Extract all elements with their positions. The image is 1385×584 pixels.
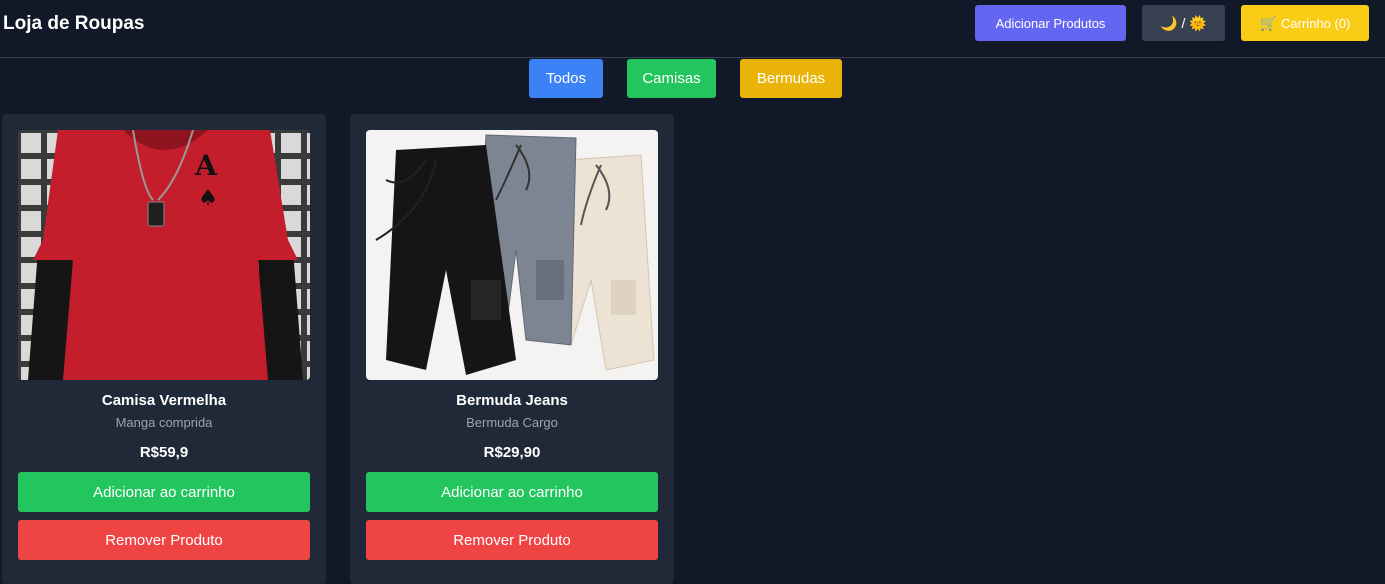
svg-text:♠: ♠ xyxy=(198,186,218,211)
product-image-red-shirt: A ♠ xyxy=(18,130,310,380)
svg-text:A: A xyxy=(194,149,218,182)
theme-toggle-button[interactable]: 🌙 / 🌞 xyxy=(1142,5,1225,41)
product-price: R$59,9 xyxy=(139,444,189,461)
product-description: Manga comprida xyxy=(115,415,213,430)
filter-shirts-button[interactable]: Camisas xyxy=(627,59,716,98)
product-description: Bermuda Cargo xyxy=(466,415,558,430)
product-image-cargo-shorts xyxy=(366,130,658,380)
add-products-button[interactable]: Adicionar Produtos xyxy=(975,5,1126,41)
remove-product-button[interactable]: Remover Produto xyxy=(18,520,310,560)
cart-button[interactable]: 🛒 Carrinho (0) xyxy=(1241,5,1369,41)
store-title: Loja de Roupas xyxy=(3,13,145,34)
product-name: Bermuda Jeans xyxy=(456,392,568,409)
product-card: Bermuda Jeans Bermuda Cargo R$29,90 Adic… xyxy=(350,114,674,584)
remove-product-button[interactable]: Remover Produto xyxy=(366,520,658,560)
product-card: A ♠ Camisa Vermelha Manga comprida R$59,… xyxy=(2,114,326,584)
add-to-cart-button[interactable]: Adicionar ao carrinho xyxy=(366,472,658,512)
add-to-cart-button[interactable]: Adicionar ao carrinho xyxy=(18,472,310,512)
filter-all-button[interactable]: Todos xyxy=(529,59,603,98)
cart-icon: 🛒 xyxy=(1259,14,1278,31)
cart-label: Carrinho (0) xyxy=(1281,15,1351,31)
header-bar: Loja de Roupas Adicionar Produtos 🌙 / 🌞 … xyxy=(0,0,1385,58)
filter-shorts-button[interactable]: Bermudas xyxy=(740,59,842,98)
product-name: Camisa Vermelha xyxy=(101,392,227,409)
product-price: R$29,90 xyxy=(483,444,541,461)
